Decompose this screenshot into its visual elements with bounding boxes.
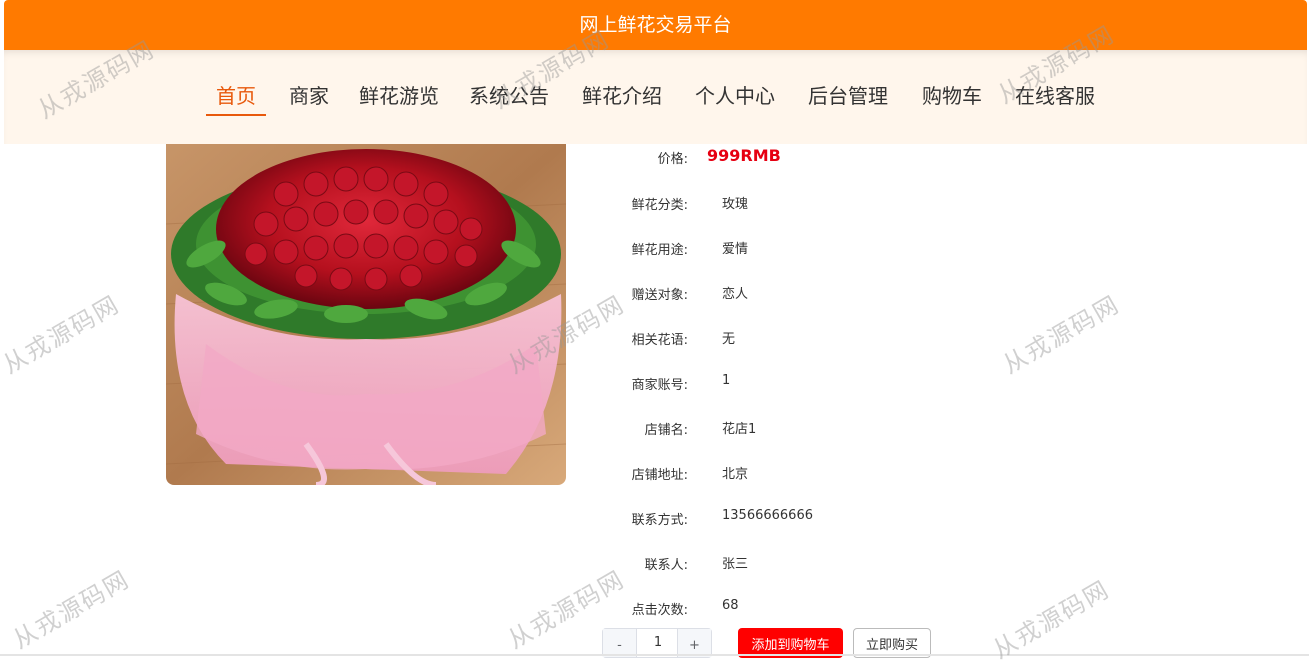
watermark: 从戎源码网 (0, 290, 125, 380)
merchant-account-label: 商家账号: (631, 378, 688, 393)
recipient-value: 恋人 (722, 287, 749, 302)
flower-language-label: 相关花语: (631, 333, 688, 348)
shop-name-label: 店铺名: (644, 423, 688, 438)
click-count-value: 68 (722, 598, 739, 613)
recipient-label: 赠送对象: (631, 288, 688, 303)
contact-value: 13566666666 (722, 508, 813, 523)
usage-value: 爱情 (722, 242, 749, 257)
usage-label: 鲜花用途: (631, 243, 688, 258)
decrement-button[interactable]: - (603, 629, 637, 657)
contact-person-value: 张三 (722, 557, 749, 572)
watermark: 从戎源码网 (987, 575, 1115, 665)
increment-button[interactable]: + (677, 629, 711, 657)
quantity-input[interactable] (637, 629, 679, 657)
nav-item-user-center[interactable]: 个人中心 (695, 82, 775, 116)
product-image (166, 144, 566, 485)
nav-item-announcements[interactable]: 系统公告 (469, 82, 549, 116)
nav-item-flower-intro[interactable]: 鲜花介绍 (582, 82, 662, 116)
nav-item-customer-service[interactable]: 在线客服 (1015, 82, 1095, 116)
nav-item-merchants[interactable]: 商家 (289, 82, 329, 116)
category-value: 玫瑰 (722, 197, 749, 212)
site-header: 网上鲜花交易平台 (4, 0, 1307, 50)
nav-item-home[interactable]: 首页 (206, 82, 266, 116)
click-count-label: 点击次数: (631, 603, 688, 618)
contact-label: 联系方式: (631, 513, 688, 528)
watermark: 从戎源码网 (7, 565, 135, 655)
site-title: 网上鲜花交易平台 (579, 14, 732, 36)
nav-item-admin[interactable]: 后台管理 (808, 82, 888, 116)
merchant-account-value: 1 (722, 373, 731, 388)
price-label: 价格: (657, 152, 688, 167)
nav-menu: 首页 商家 鲜花游览 系统公告 鲜花介绍 个人中心 后台管理 购物车 在线客服 (4, 72, 1307, 122)
contact-person-label: 联系人: (644, 558, 688, 573)
flower-language-value: 无 (722, 332, 736, 347)
shop-address-label: 店铺地址: (631, 468, 688, 483)
shop-name-value: 花店1 (722, 422, 757, 437)
watermark: 从戎源码网 (997, 290, 1125, 380)
price-value: 999RMB (707, 146, 781, 165)
shop-address-value: 北京 (722, 467, 749, 482)
category-label: 鲜花分类: (631, 198, 688, 213)
nav-bar: 首页 商家 鲜花游览 系统公告 鲜花介绍 个人中心 后台管理 购物车 在线客服 (4, 50, 1307, 144)
rose-bouquet-image (166, 144, 566, 485)
nav-item-flower-browse[interactable]: 鲜花游览 (359, 82, 439, 116)
nav-item-cart[interactable]: 购物车 (922, 82, 982, 116)
